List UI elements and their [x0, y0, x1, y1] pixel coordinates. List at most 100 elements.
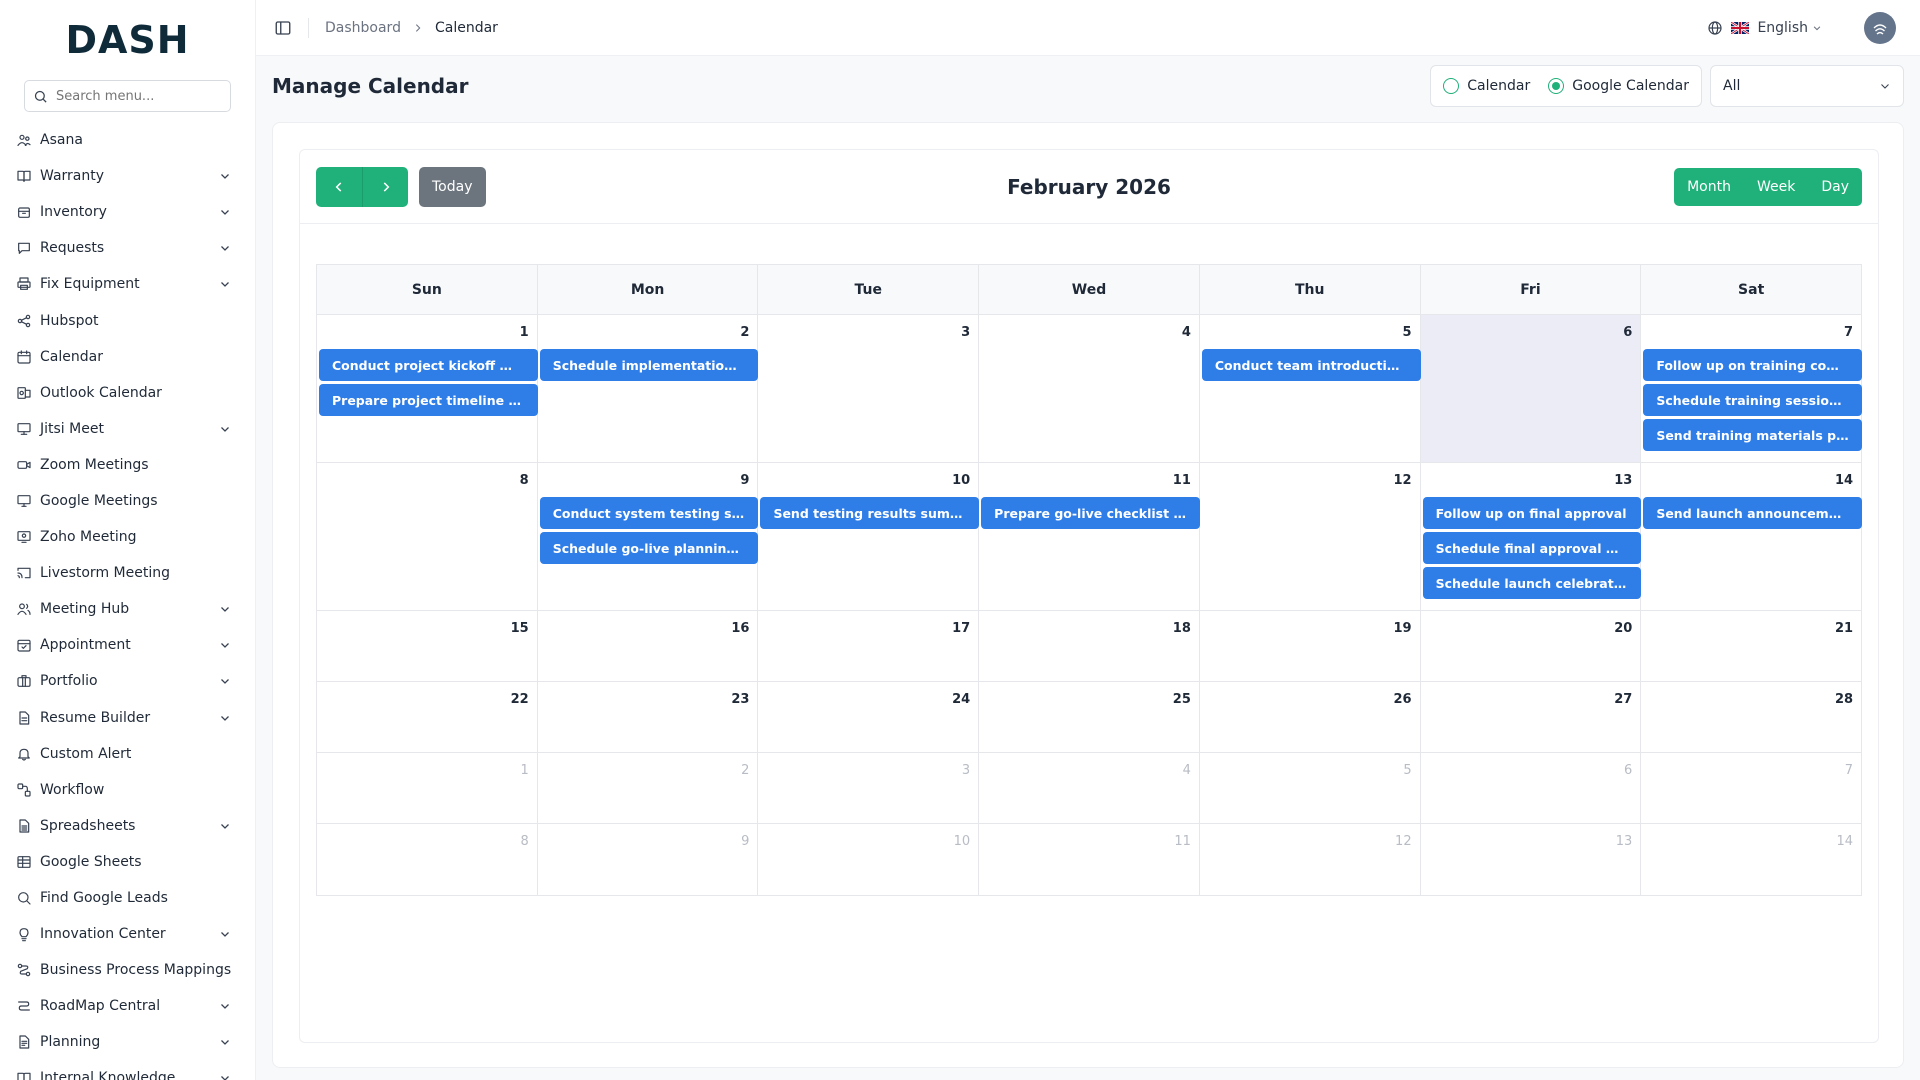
sidebar-item-custom-alert[interactable]: Custom Alert [0, 736, 255, 772]
chevron-down-icon[interactable] [219, 603, 231, 615]
day-number[interactable]: 10 [954, 834, 971, 849]
day-cell[interactable]: 24 [758, 682, 980, 752]
today-button[interactable]: Today [419, 166, 486, 207]
sidebar-toggle-icon[interactable] [274, 19, 292, 37]
sidebar-item-jitsi-meet[interactable]: Jitsi Meet [0, 411, 255, 447]
day-number[interactable]: 22 [511, 692, 529, 707]
day-number[interactable]: 18 [1173, 621, 1191, 636]
calendar-event[interactable]: Conduct system testing session [539, 497, 759, 529]
day-cell[interactable]: 9 [538, 824, 759, 895]
calendar-event[interactable]: Send launch announcement communication [1643, 497, 1863, 529]
day-cell[interactable]: 11 [979, 824, 1200, 895]
day-cell[interactable]: 20 [1421, 611, 1642, 681]
day-cell-today[interactable]: 6 [1420, 315, 1642, 462]
sidebar-item-asana[interactable]: Asana [0, 122, 255, 158]
sidebar-item-fix-equipment[interactable]: Fix Equipment [0, 266, 255, 302]
day-number[interactable]: 12 [1395, 834, 1412, 849]
day-cell[interactable]: 8 [317, 824, 538, 895]
sidebar-item-meeting-hub[interactable]: Meeting Hub [0, 591, 255, 627]
sidebar-item-internal-knowledge[interactable]: Internal Knowledge [0, 1060, 255, 1080]
chevron-down-icon[interactable] [219, 206, 231, 218]
day-cell[interactable]: 9 Conduct system testing session Schedule … [538, 463, 759, 610]
day-cell[interactable]: 10 [758, 824, 980, 895]
sidebar-item-calendar[interactable]: Calendar [0, 339, 255, 375]
calendar-event[interactable]: Schedule go-live planning meeting [539, 532, 759, 564]
sidebar-item-planning[interactable]: Planning [0, 1024, 255, 1060]
user-avatar[interactable] [1864, 11, 1896, 44]
day-cell[interactable]: 25 [979, 682, 1200, 752]
sidebar-item-warranty[interactable]: Warranty [0, 158, 255, 194]
day-number[interactable]: 5 [1403, 325, 1412, 340]
day-number[interactable]: 8 [520, 473, 529, 488]
day-cell[interactable]: 13 Follow up on final approval Schedule fi… [1421, 463, 1642, 610]
chevron-down-icon[interactable] [219, 639, 231, 651]
day-cell[interactable]: 5 [1200, 753, 1421, 823]
day-number[interactable]: 16 [731, 621, 749, 636]
day-number[interactable]: 19 [1394, 621, 1412, 636]
day-number[interactable]: 8 [520, 834, 528, 849]
day-number[interactable]: 2 [740, 325, 749, 340]
day-number[interactable]: 11 [1174, 834, 1191, 849]
day-number[interactable]: 13 [1614, 473, 1632, 488]
calendar-event[interactable]: Follow up on training completion [1643, 349, 1863, 381]
day-number[interactable]: 9 [741, 834, 749, 849]
day-cell[interactable]: 8 [317, 463, 538, 610]
day-number[interactable]: 12 [1394, 473, 1412, 488]
day-number[interactable]: 1 [520, 325, 529, 340]
calendar-event[interactable]: Prepare go-live checklist document [981, 497, 1200, 529]
calendar-event[interactable]: Schedule training session approval [1643, 384, 1863, 416]
sidebar-item-zoho-meeting[interactable]: Zoho Meeting [0, 519, 255, 555]
day-cell[interactable]: 7 [1641, 753, 1861, 823]
day-number[interactable]: 10 [952, 473, 970, 488]
sidebar-item-zoom-meetings[interactable]: Zoom Meetings [0, 447, 255, 483]
radio-google-calendar[interactable]: Google Calendar [1548, 78, 1689, 94]
day-number[interactable]: 6 [1624, 763, 1632, 778]
day-cell[interactable]: 23 [538, 682, 759, 752]
chevron-down-icon[interactable] [219, 1000, 231, 1012]
day-cell[interactable]: 5 Conduct team introduction meeting [1200, 315, 1421, 462]
chevron-down-icon[interactable] [219, 242, 231, 254]
day-number[interactable]: 7 [1845, 763, 1853, 778]
sidebar-item-google-sheets[interactable]: Google Sheets [0, 844, 255, 880]
day-number[interactable]: 2 [741, 763, 749, 778]
next-month-button[interactable] [362, 166, 408, 207]
day-cell[interactable]: 14 Send launch announcement communication [1641, 463, 1863, 610]
language-selector[interactable]: English [1707, 20, 1830, 36]
day-cell[interactable]: 22 [317, 682, 538, 752]
day-number[interactable]: 17 [952, 621, 970, 636]
view-week-button[interactable]: Week [1744, 168, 1808, 206]
day-number[interactable]: 20 [1614, 621, 1632, 636]
calendar-filter-select[interactable]: All [1710, 65, 1904, 107]
sidebar-item-livestorm-meeting[interactable]: Livestorm Meeting [0, 555, 255, 591]
logo[interactable]: DASH [0, 0, 255, 80]
day-number[interactable]: 6 [1623, 325, 1632, 340]
radio-calendar[interactable]: Calendar [1443, 78, 1530, 94]
view-day-button[interactable]: Day [1808, 168, 1862, 206]
sidebar-item-roadmap-central[interactable]: RoadMap Central [0, 988, 255, 1024]
day-cell[interactable]: 17 [758, 611, 980, 681]
day-number[interactable]: 24 [952, 692, 970, 707]
chevron-down-icon[interactable] [219, 170, 231, 182]
sidebar-item-appointment[interactable]: Appointment [0, 627, 255, 663]
day-cell[interactable]: 12 [1200, 824, 1421, 895]
day-cell[interactable]: 16 [538, 611, 759, 681]
chevron-down-icon[interactable] [219, 278, 231, 290]
calendar-event[interactable]: Conduct project kickoff meeting [319, 349, 538, 381]
day-number[interactable]: 9 [740, 473, 749, 488]
prev-month-button[interactable] [316, 166, 362, 207]
sidebar-item-business-process-mappings[interactable]: Business Process Mappings [0, 952, 255, 988]
day-cell[interactable]: 4 [979, 753, 1200, 823]
day-number[interactable]: 28 [1835, 692, 1853, 707]
day-cell[interactable]: 26 [1200, 682, 1421, 752]
chevron-down-icon[interactable] [219, 928, 231, 940]
day-cell[interactable]: 13 [1421, 824, 1642, 895]
day-number[interactable]: 25 [1173, 692, 1191, 707]
day-cell[interactable]: 1 [317, 753, 538, 823]
search-input[interactable] [56, 88, 222, 104]
radio-calendar-dot[interactable] [1443, 78, 1460, 94]
calendar-event[interactable]: Schedule implementation planning [539, 349, 759, 381]
day-cell[interactable]: 4 [979, 315, 1200, 462]
day-number[interactable]: 23 [731, 692, 749, 707]
day-cell[interactable]: 6 [1421, 753, 1642, 823]
sidebar-item-portfolio[interactable]: Portfolio [0, 663, 255, 699]
